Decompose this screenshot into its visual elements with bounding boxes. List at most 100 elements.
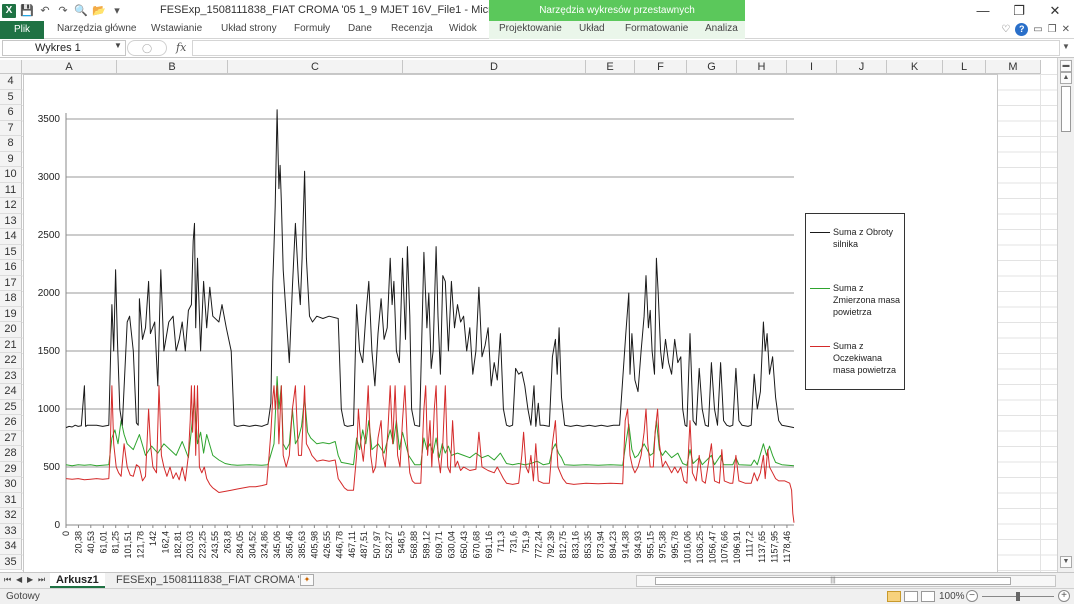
- row-header-14[interactable]: 14: [0, 229, 22, 245]
- normal-view-button[interactable]: [887, 591, 901, 602]
- tab-layout[interactable]: Układ: [579, 23, 605, 34]
- excel-logo-icon[interactable]: X: [2, 3, 16, 18]
- first-sheet-icon[interactable]: ⏮: [4, 575, 11, 585]
- column-header-g[interactable]: G: [687, 60, 737, 74]
- row-header-21[interactable]: 21: [0, 337, 22, 353]
- doc-minimize-icon[interactable]: ▭: [1033, 24, 1042, 35]
- row-header-35[interactable]: 35: [0, 554, 22, 570]
- tab-data[interactable]: Dane: [348, 23, 372, 34]
- zoom-slider-thumb[interactable]: [1016, 592, 1020, 601]
- expand-formula-icon[interactable]: ▼: [1062, 42, 1070, 51]
- column-header-c[interactable]: C: [228, 60, 403, 74]
- chart-legend[interactable]: Suma z Obroty silnika Suma z Zmierzona m…: [805, 213, 905, 390]
- open-icon[interactable]: 📂: [92, 4, 106, 18]
- name-box-dropdown-icon[interactable]: ▼: [114, 41, 122, 50]
- next-sheet-icon[interactable]: ▶: [27, 575, 33, 584]
- doc-close-icon[interactable]: ✕: [1062, 24, 1070, 35]
- column-header-f[interactable]: F: [635, 60, 687, 74]
- row-header-7[interactable]: 7: [0, 120, 22, 136]
- insert-function-icon[interactable]: fx: [176, 41, 186, 54]
- column-header-h[interactable]: H: [737, 60, 787, 74]
- scroll-down-icon[interactable]: ▼: [1060, 556, 1072, 568]
- tab-formulas[interactable]: Formuły: [294, 23, 330, 34]
- column-header-k[interactable]: K: [887, 60, 943, 74]
- split-handle-icon[interactable]: ▬: [1060, 60, 1072, 72]
- tab-format[interactable]: Formatowanie: [625, 23, 688, 34]
- tab-home[interactable]: Narzędzia główne: [57, 23, 137, 34]
- row-header-11[interactable]: 11: [0, 182, 22, 198]
- row-header-17[interactable]: 17: [0, 275, 22, 291]
- tab-review[interactable]: Recenzja: [391, 23, 433, 34]
- vertical-scrollbar[interactable]: ▬ ▲ ▼: [1057, 58, 1074, 572]
- restore-button[interactable]: ❐: [1001, 0, 1037, 21]
- doc-restore-icon[interactable]: ❐: [1048, 24, 1057, 35]
- row-header-20[interactable]: 20: [0, 322, 22, 338]
- ribbon-minimize-icon[interactable]: ♡: [1001, 24, 1010, 35]
- column-header-i[interactable]: I: [787, 60, 837, 74]
- row-header-10[interactable]: 10: [0, 167, 22, 183]
- column-header-m[interactable]: M: [986, 60, 1041, 74]
- save-icon[interactable]: 💾: [20, 4, 34, 18]
- pivot-chart[interactable]: 0 500 1000 1500 2000 2500 3000 3500 0 20,38 40,53 6…: [23, 74, 998, 576]
- row-header-31[interactable]: 31: [0, 492, 22, 508]
- customize-qat-icon[interactable]: ▾: [110, 4, 124, 18]
- row-header-26[interactable]: 26: [0, 415, 22, 431]
- row-header-30[interactable]: 30: [0, 477, 22, 493]
- row-header-13[interactable]: 13: [0, 213, 22, 229]
- row-header-27[interactable]: 27: [0, 430, 22, 446]
- insert-sheet-icon[interactable]: ✦: [300, 574, 314, 586]
- column-header-a[interactable]: A: [22, 60, 117, 74]
- tab-view[interactable]: Widok: [449, 23, 477, 34]
- page-break-view-button[interactable]: [921, 591, 935, 602]
- horizontal-scrollbar[interactable]: |||: [636, 575, 1056, 587]
- tab-analyze[interactable]: Analiza: [705, 23, 738, 34]
- horizontal-scroll-thumb[interactable]: |||: [655, 577, 1011, 585]
- row-header-16[interactable]: 16: [0, 260, 22, 276]
- select-all-corner[interactable]: [0, 60, 22, 74]
- row-header-34[interactable]: 34: [0, 539, 22, 555]
- zoom-level[interactable]: 100%: [939, 591, 965, 602]
- row-header-22[interactable]: 22: [0, 353, 22, 369]
- row-header-18[interactable]: 18: [0, 291, 22, 307]
- undo-icon[interactable]: ↶: [38, 4, 52, 18]
- column-header-b[interactable]: B: [117, 60, 228, 74]
- row-header-4[interactable]: 4: [0, 74, 22, 90]
- tab-design[interactable]: Projektowanie: [499, 23, 562, 34]
- tab-page-layout[interactable]: Układ strony: [221, 23, 277, 34]
- row-header-15[interactable]: 15: [0, 244, 22, 260]
- column-header-e[interactable]: E: [586, 60, 635, 74]
- column-header-j[interactable]: J: [837, 60, 887, 74]
- row-header-23[interactable]: 23: [0, 368, 22, 384]
- column-header-d[interactable]: D: [403, 60, 586, 74]
- close-button[interactable]: ✕: [1037, 0, 1073, 21]
- row-header-25[interactable]: 25: [0, 399, 22, 415]
- row-header-28[interactable]: 28: [0, 446, 22, 462]
- sheet-tab-fesexp[interactable]: FESExp_1508111838_FIAT CROMA '0: [110, 573, 312, 588]
- row-header-33[interactable]: 33: [0, 523, 22, 539]
- row-header-24[interactable]: 24: [0, 384, 22, 400]
- name-box[interactable]: Wykres 1: [2, 40, 126, 56]
- formula-input[interactable]: [192, 40, 1060, 56]
- row-header-9[interactable]: 9: [0, 151, 22, 167]
- sheet-tab-arkusz1[interactable]: Arkusz1: [50, 573, 105, 588]
- row-header-32[interactable]: 32: [0, 508, 22, 524]
- scroll-up-icon[interactable]: ▲: [1060, 72, 1072, 84]
- last-sheet-icon[interactable]: ⏭: [38, 575, 45, 585]
- column-header-l[interactable]: L: [943, 60, 986, 74]
- tab-file[interactable]: Plik: [0, 21, 44, 39]
- vertical-scroll-thumb[interactable]: [1061, 86, 1071, 132]
- row-header-12[interactable]: 12: [0, 198, 22, 214]
- row-header-29[interactable]: 29: [0, 461, 22, 477]
- row-header-6[interactable]: 6: [0, 105, 22, 121]
- print-preview-icon[interactable]: 🔍: [74, 4, 88, 18]
- row-header-8[interactable]: 8: [0, 136, 22, 152]
- zoom-in-button[interactable]: +: [1058, 590, 1070, 602]
- row-header-5[interactable]: 5: [0, 89, 22, 105]
- minimize-button[interactable]: —: [965, 0, 1001, 21]
- zoom-out-button[interactable]: −: [966, 590, 978, 602]
- redo-icon[interactable]: ↷: [56, 4, 70, 18]
- row-header-19[interactable]: 19: [0, 306, 22, 322]
- help-icon[interactable]: ?: [1015, 23, 1029, 36]
- page-layout-view-button[interactable]: [904, 591, 918, 602]
- tab-insert[interactable]: Wstawianie: [151, 23, 202, 34]
